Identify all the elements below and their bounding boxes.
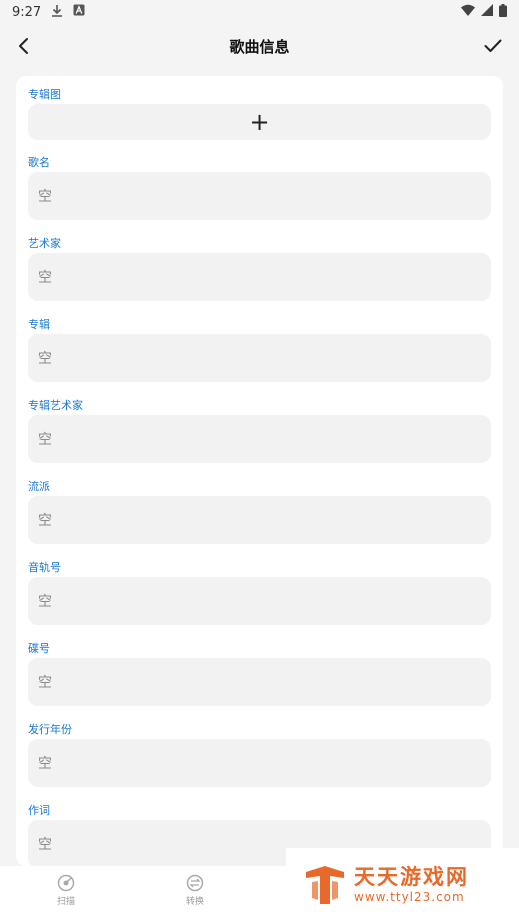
status-bar: 9:27 (0, 0, 519, 24)
watermark-title: 天天游戏网 (354, 865, 469, 890)
status-left: 9:27 (12, 4, 85, 21)
field-placeholder: 空 (38, 513, 52, 529)
watermark: 天天游戏网 www.ttyl23.com (286, 848, 519, 922)
field-label: 专辑艺术家 (28, 399, 83, 412)
field-label: 碟号 (28, 642, 50, 655)
field-label: 流派 (28, 480, 50, 493)
track-number-input[interactable]: 空 (28, 577, 491, 625)
convert-icon (186, 874, 204, 892)
nav-item-convert[interactable]: 转换 (165, 874, 225, 907)
field-label: 专辑 (28, 318, 50, 331)
status-right (461, 3, 507, 21)
field-placeholder: 空 (38, 351, 52, 367)
nav-item-label: 转换 (185, 897, 204, 907)
field-placeholder: 空 (38, 675, 52, 691)
plus-icon: + (249, 108, 270, 136)
disc-number-input[interactable]: 空 (28, 658, 491, 706)
watermark-text: 天天游戏网 www.ttyl23.com (354, 865, 469, 904)
check-icon (484, 39, 502, 52)
download-icon (51, 4, 63, 21)
signal-icon (481, 4, 493, 20)
genre-input[interactable]: 空 (28, 496, 491, 544)
field-label: 艺术家 (28, 237, 61, 250)
battery-icon (499, 3, 507, 21)
nav-item-scan[interactable]: 扫描 (36, 874, 96, 907)
album-input[interactable]: 空 (28, 334, 491, 382)
wifi-icon (461, 4, 475, 20)
field-placeholder: 空 (38, 432, 52, 448)
scan-icon (57, 874, 75, 892)
app-bar: 歌曲信息 (0, 24, 519, 68)
field-label: 发行年份 (28, 723, 72, 736)
release-year-input[interactable]: 空 (28, 739, 491, 787)
status-time: 9:27 (12, 4, 42, 20)
field-placeholder: 空 (38, 837, 52, 853)
watermark-logo (306, 866, 344, 904)
add-album-art-button[interactable]: + (28, 104, 491, 140)
field-placeholder: 空 (38, 756, 52, 772)
artist-input[interactable]: 空 (28, 253, 491, 301)
field-label: 专辑图 (28, 88, 61, 101)
watermark-url: www.ttyl23.com (354, 889, 465, 904)
album-artist-input[interactable]: 空 (28, 415, 491, 463)
nav-item-label: 扫描 (56, 897, 75, 907)
field-label: 音轨号 (28, 561, 61, 574)
notification-a-icon (73, 4, 85, 20)
confirm-button[interactable] (477, 30, 509, 62)
field-label: 歌名 (28, 156, 50, 169)
field-placeholder: 空 (38, 594, 52, 610)
field-placeholder: 空 (38, 189, 52, 205)
song-info-form: 专辑图 + 歌名 空 艺术家 空 专辑 空 专辑艺术家 空 流派 空 音轨号 空… (16, 76, 503, 866)
title-input[interactable]: 空 (28, 172, 491, 220)
back-button[interactable] (8, 30, 40, 62)
chevron-left-icon (19, 38, 28, 54)
page-title: 歌曲信息 (229, 37, 290, 56)
field-label: 作词 (28, 804, 50, 817)
field-placeholder: 空 (38, 270, 52, 286)
